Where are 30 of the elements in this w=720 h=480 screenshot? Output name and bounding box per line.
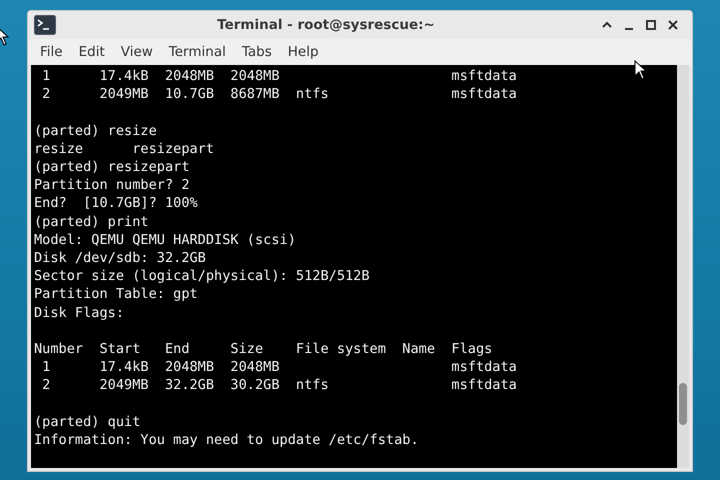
terminal-line: (parted) resizepart [34, 158, 190, 176]
terminal-line: Partition number? 2 [34, 176, 190, 194]
minimize-icon [625, 28, 633, 30]
terminal-line: Model: QEMU QEMU HARDDISK (scsi) [34, 230, 296, 250]
terminal-line: 1 17.4kB 2048MB 2048MB msftdata [41, 358, 517, 376]
menu-item[interactable]: Help [280, 42, 327, 62]
terminal-line: Sector size (logical/physical): 512B/512B [34, 267, 370, 286]
terminal-line: Partition Table: gpt [34, 285, 198, 304]
close-icon [667, 19, 679, 31]
window-title: Terminal - root@sysrescue:~ [216, 17, 436, 33]
menu-item[interactable]: Tabs [234, 42, 280, 62]
terminal-line: Disk /dev/sdb: 32.2GB [34, 249, 206, 268]
maximize-icon [645, 19, 657, 31]
terminal-line: Disk Flags: [34, 304, 124, 322]
terminal-line: Information: You may need to update /etc/fstab. [34, 431, 419, 450]
terminal-icon [34, 15, 56, 35]
terminal-line: End? [10.7GB]? 100% [34, 194, 198, 213]
menu-item[interactable]: Edit [70, 42, 113, 62]
menu-item[interactable]: Terminal [160, 42, 234, 62]
terminal-line: (parted) print [34, 212, 149, 231]
menu-item[interactable]: File [32, 42, 71, 62]
terminal-line: resize resizepart [34, 140, 214, 158]
terminal-line: 1 17.4kB 2048MB 2048MB msftdata [41, 67, 517, 86]
terminal-line: 2 2049MB 10.7GB 8687MB ntfs msftdata [41, 85, 517, 104]
terminal-line: Number Start End Size File system Name Flags [34, 340, 492, 358]
terminal-line: (parted) quit [34, 412, 140, 432]
menu-item[interactable]: View [112, 42, 161, 62]
terminal-line: (parted) resize [34, 122, 157, 140]
terminal-line: 2 2049MB 32.2GB 30.2GB ntfs msftdata [41, 376, 517, 395]
scrollbar[interactable] [677, 65, 689, 468]
